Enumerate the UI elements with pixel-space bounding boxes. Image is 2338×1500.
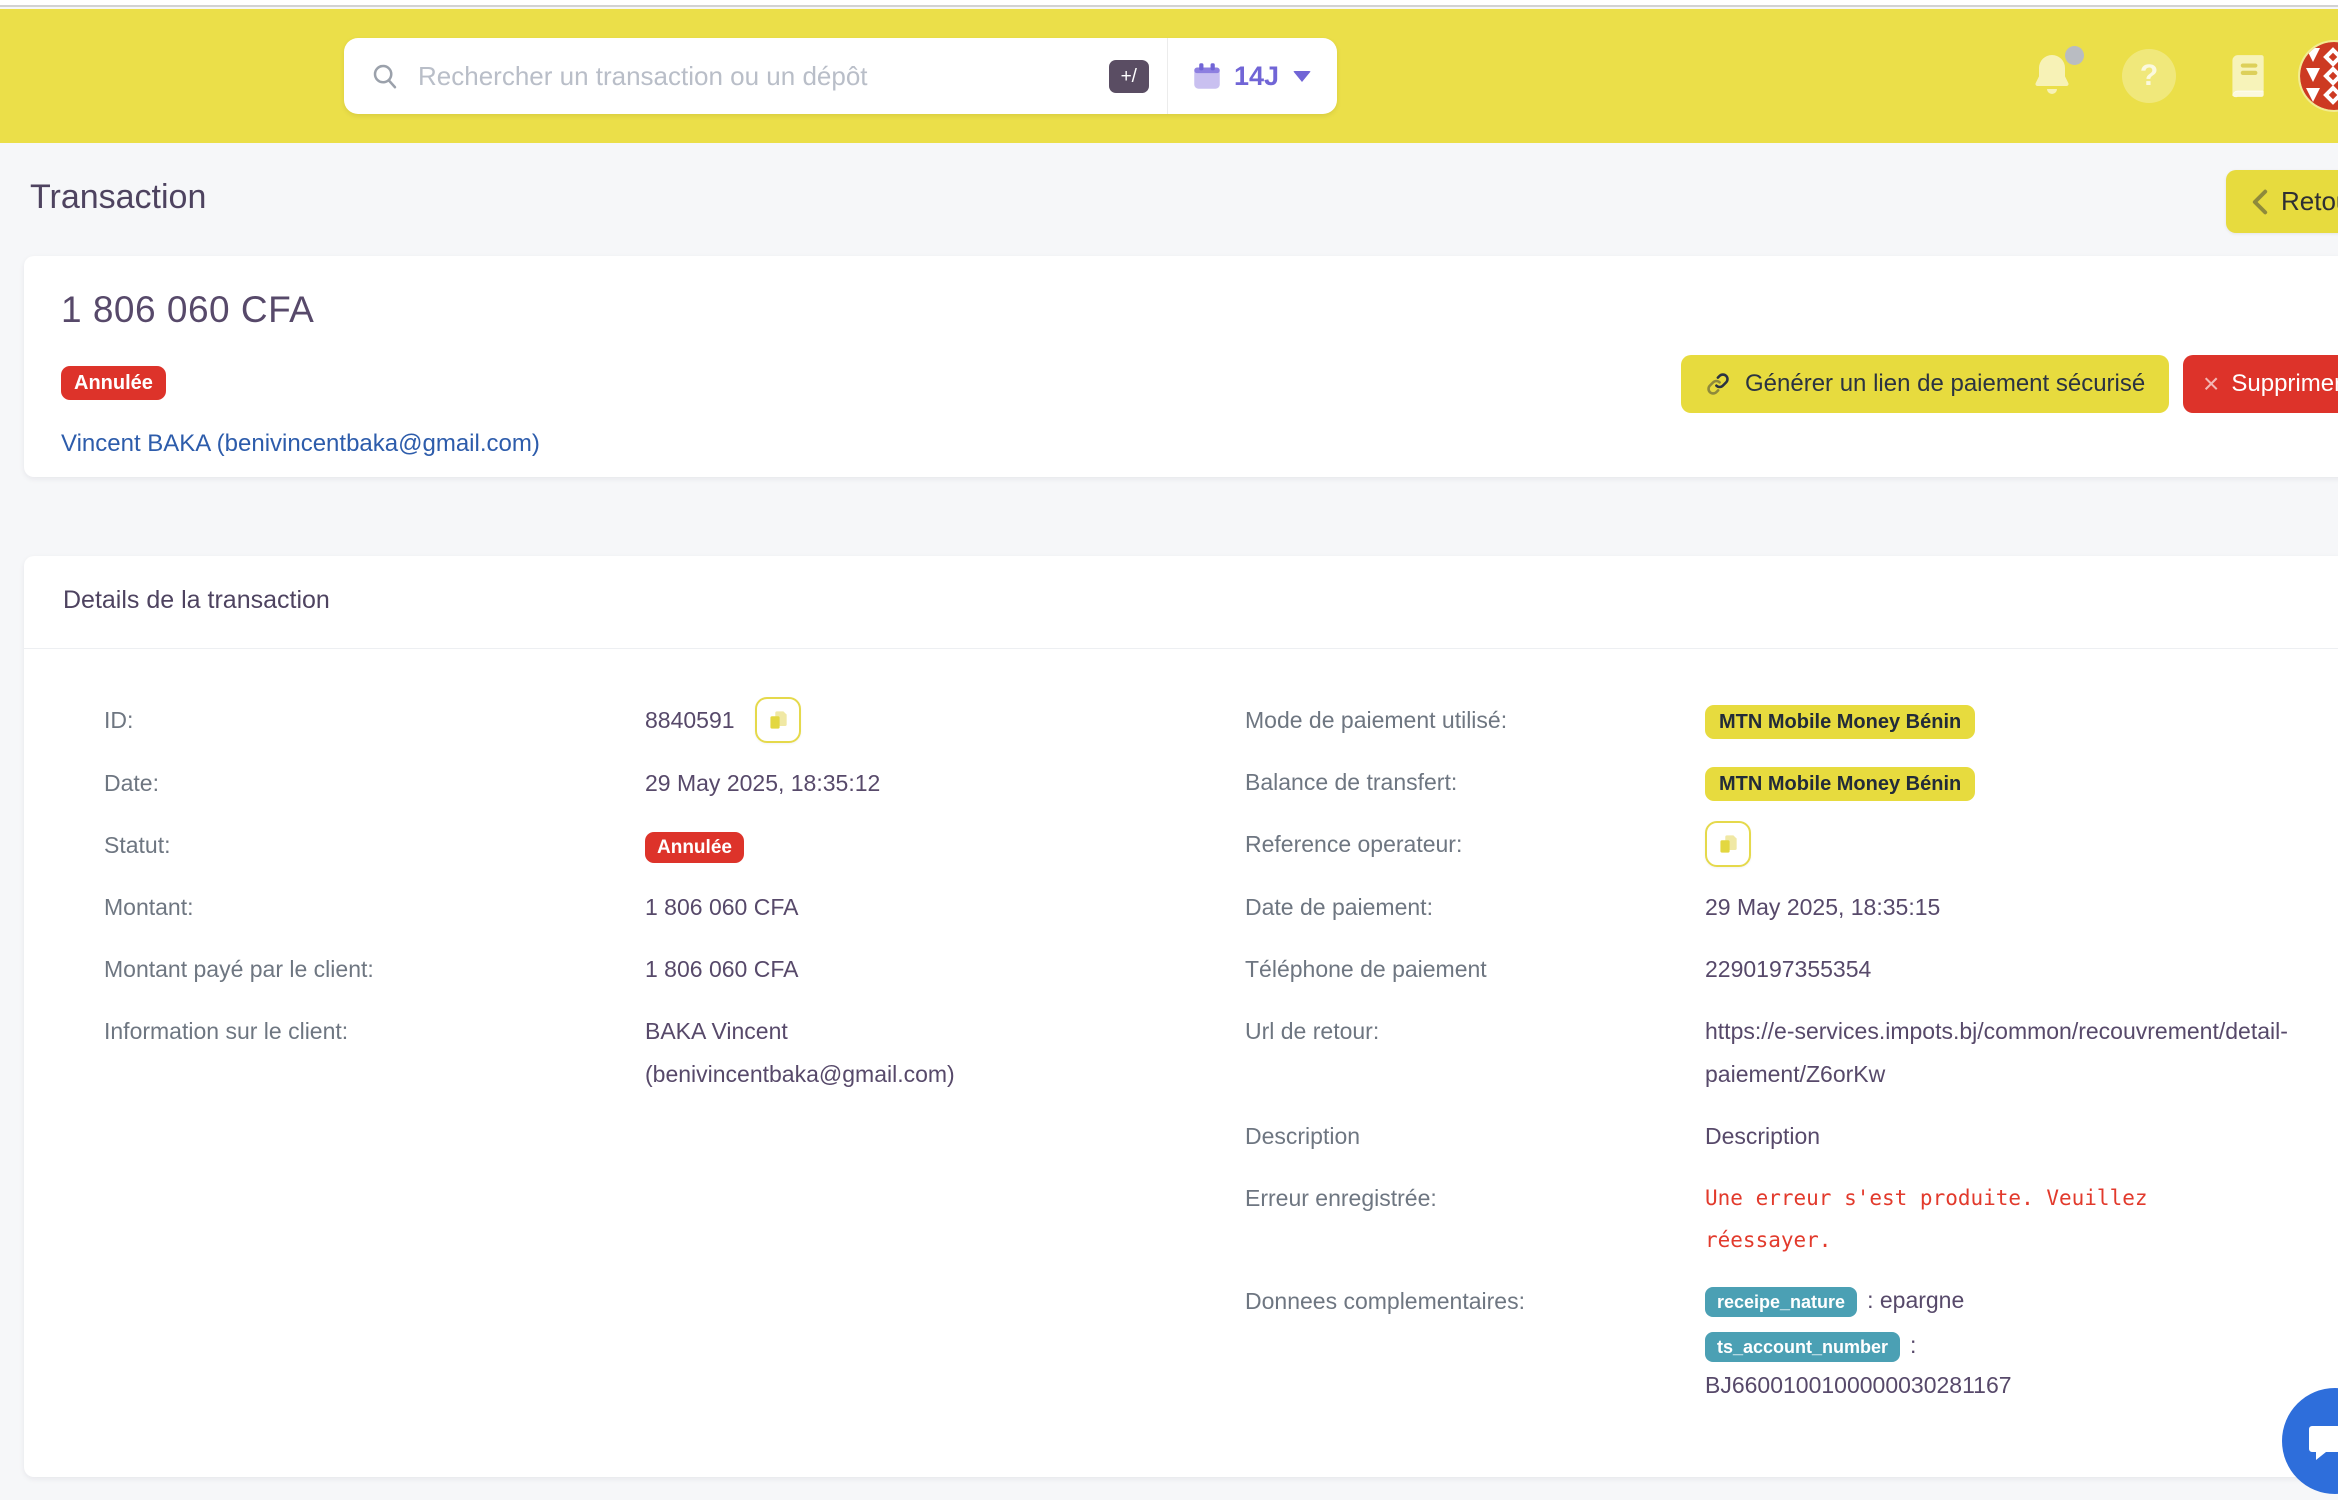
page-title: Transaction [30, 178, 206, 217]
detail-row-status: Statut: Annulée [104, 824, 1245, 867]
complementary-entry: receipe_nature: epargne [1705, 1280, 2298, 1320]
chevron-down-icon [1293, 71, 1311, 82]
data-key-badge: ts_account_number [1705, 1332, 1900, 1362]
field-label: Balance de transfert: [1245, 761, 1705, 804]
transaction-summary-card: 1 806 060 CFA Annulée Vincent BAKA (beni… [24, 256, 2338, 477]
help-button[interactable]: ? [2122, 49, 2176, 103]
detail-row-amount-paid: Montant payé par le client: 1 806 060 CF… [104, 948, 1245, 991]
detail-row-return-url: Url de retour: https://e-services.impots… [1245, 1010, 2298, 1096]
generate-payment-link-button[interactable]: Générer un lien de paiement sécurisé [1681, 355, 2169, 413]
question-icon: ? [2140, 59, 2158, 93]
transaction-details-card: Details de la transaction ID: 8840591 Da [24, 556, 2338, 1477]
search-input[interactable] [418, 61, 1109, 92]
field-value: 8840591 [645, 707, 735, 733]
field-label: Statut: [104, 824, 645, 867]
detail-row-payment-phone: Téléphone de paiement 2290197355354 [1245, 948, 2298, 991]
return-url-value: https://e-services.impots.bj/common/reco… [1705, 1010, 2298, 1096]
date-range-dropdown[interactable]: 14J [1167, 38, 1337, 114]
notification-dot [2065, 46, 2084, 65]
chat-icon [2304, 1417, 2338, 1465]
data-value: epargne [1880, 1287, 1964, 1313]
field-label: Information sur le client: [104, 1010, 645, 1053]
field-label: Montant payé par le client: [104, 948, 645, 991]
field-value: BAKA Vincent (benivincentbaka@gmail.com) [645, 1010, 1075, 1096]
detail-row-error: Erreur enregistrée: Une erreur s'est pro… [1245, 1177, 2298, 1261]
field-label: Date: [104, 762, 645, 805]
field-value: 29 May 2025, 18:35:12 [645, 762, 1245, 805]
copy-icon [1715, 831, 1741, 857]
close-icon: × [2203, 370, 2219, 398]
keyboard-shortcut-badge: +/ [1109, 60, 1149, 93]
detail-row-id: ID: 8840591 [104, 699, 1245, 743]
docs-icon [2222, 51, 2272, 101]
search-icon [370, 61, 400, 91]
customer-link[interactable]: Vincent BAKA (benivincentbaka@gmail.com) [61, 430, 540, 458]
detail-row-complementary-data: Donnees complementaires: receipe_nature:… [1245, 1280, 2298, 1410]
back-button[interactable]: Retour [2226, 170, 2338, 233]
payment-mode-badge: MTN Mobile Money Bénin [1705, 705, 1975, 739]
divider [24, 648, 2338, 649]
detail-row-operator-reference: Reference operateur: [1245, 823, 2298, 867]
link-icon [1705, 371, 1731, 397]
status-badge: Annulée [61, 366, 166, 400]
error-message: Une erreur s'est produite. Veuillez rées… [1705, 1177, 2225, 1261]
detail-row-customer-info: Information sur le client: BAKA Vincent … [104, 1010, 1245, 1096]
field-label: Date de paiement: [1245, 886, 1705, 929]
search-bar: +/ 14J [344, 38, 1337, 114]
docs-button[interactable] [2222, 51, 2272, 101]
data-value: BJ6600100100000030281167 [1705, 1365, 2298, 1405]
detail-row-description: Description Description [1245, 1115, 2298, 1158]
back-chevron-icon [2252, 189, 2268, 215]
browser-top-strip [0, 0, 2338, 7]
delete-button[interactable]: × Supprimer [2183, 355, 2338, 413]
transfer-balance-badge: MTN Mobile Money Bénin [1705, 767, 1975, 801]
detail-row-date: Date: 29 May 2025, 18:35:12 [104, 762, 1245, 805]
field-value: 1 806 060 CFA [645, 886, 1245, 929]
avatar[interactable] [2300, 42, 2338, 110]
topbar: +/ 14J ? [0, 9, 2338, 143]
field-label: Montant: [104, 886, 645, 929]
field-label: Url de retour: [1245, 1010, 1705, 1053]
field-value: 1 806 060 CFA [645, 948, 1245, 991]
copy-button[interactable] [755, 697, 801, 743]
field-label: Mode de paiement utilisé: [1245, 699, 1705, 742]
detail-row-payment-date: Date de paiement: 29 May 2025, 18:35:15 [1245, 886, 2298, 929]
field-value: Description [1705, 1115, 2298, 1158]
status-badge: Annulée [645, 832, 744, 863]
detail-row-transfer-balance: Balance de transfert: MTN Mobile Money B… [1245, 761, 2298, 804]
details-title: Details de la transaction [63, 586, 330, 615]
field-value: 2290197355354 [1705, 948, 2298, 991]
copy-icon [765, 707, 791, 733]
copy-button[interactable] [1705, 821, 1751, 867]
field-label: ID: [104, 699, 645, 742]
field-label: Description [1245, 1115, 1705, 1158]
notifications-button[interactable] [2028, 50, 2076, 102]
field-value: 29 May 2025, 18:35:15 [1705, 886, 2298, 929]
field-label: Donnees complementaires: [1245, 1280, 1705, 1323]
complementary-entry: ts_account_number: BJ6600100100000030281… [1705, 1325, 2298, 1405]
transaction-amount: 1 806 060 CFA [61, 289, 314, 331]
date-range-label: 14J [1234, 61, 1279, 92]
field-label: Erreur enregistrée: [1245, 1177, 1705, 1220]
calendar-icon [1190, 59, 1224, 93]
data-key-badge: receipe_nature [1705, 1287, 1857, 1317]
detail-row-payment-mode: Mode de paiement utilisé: MTN Mobile Mon… [1245, 699, 2298, 742]
detail-row-amount: Montant: 1 806 060 CFA [104, 886, 1245, 929]
field-label: Reference operateur: [1245, 823, 1705, 866]
field-label: Téléphone de paiement [1245, 948, 1705, 991]
